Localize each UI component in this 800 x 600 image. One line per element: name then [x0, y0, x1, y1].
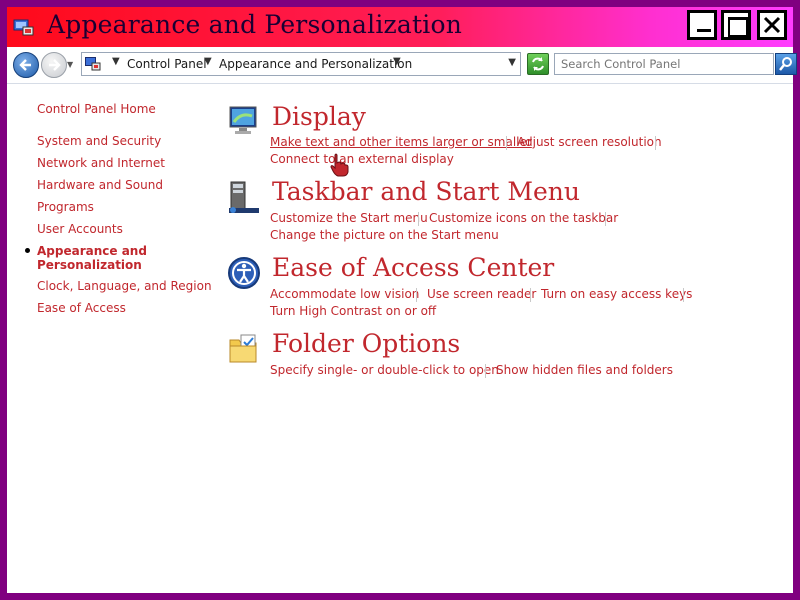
taskbar-icon: [229, 181, 259, 213]
forward-button[interactable]: [41, 52, 67, 78]
category-ease-of-access-title[interactable]: Ease of Access Center: [272, 253, 554, 282]
task-high-contrast[interactable]: Turn High Contrast on or off: [270, 304, 436, 318]
sidebar-item-hardware-sound[interactable]: Hardware and Sound: [37, 178, 163, 192]
task-separator: [605, 212, 606, 226]
task-separator: [418, 212, 419, 226]
address-box[interactable]: ▼ Control Panel ▼ Appearance and Persona…: [81, 52, 521, 76]
folder-icon: [229, 334, 257, 363]
category-taskbar-title[interactable]: Taskbar and Start Menu: [272, 177, 580, 206]
task-separator: [530, 288, 531, 302]
breadcrumb-arrow-icon[interactable]: ▼: [204, 56, 212, 67]
task-separator: [683, 288, 684, 302]
minimize-button[interactable]: [687, 10, 717, 40]
back-arrow-icon: [19, 59, 31, 71]
breadcrumb-control-panel[interactable]: Control Panel: [127, 57, 207, 71]
close-icon: [763, 16, 781, 34]
breadcrumb-appearance[interactable]: Appearance and Personalization: [219, 57, 412, 71]
search-box[interactable]: [554, 53, 774, 75]
ease-of-access-icon: [228, 257, 260, 289]
window-title: Appearance and Personalization: [47, 10, 463, 39]
task-screen-reader[interactable]: Use screen reader: [427, 287, 536, 301]
task-make-text-larger[interactable]: Make text and other items larger or smal…: [270, 135, 532, 149]
task-customize-start-menu[interactable]: Customize the Start menu: [270, 211, 428, 225]
address-toolbar: ▼ ▼ Control Panel ▼ Appearance and Perso…: [7, 47, 797, 84]
control-panel-icon: [85, 57, 101, 71]
recent-pages-dropdown-icon[interactable]: ▼: [67, 60, 73, 69]
sidebar-item-appearance-personalization[interactable]: Appearance and Personalization: [37, 244, 147, 272]
breadcrumb-arrow-icon[interactable]: ▼: [112, 56, 120, 67]
task-adjust-resolution[interactable]: Adjust screen resolution: [517, 135, 662, 149]
category-folder-options-title[interactable]: Folder Options: [272, 329, 460, 358]
sidebar-item-network-internet[interactable]: Network and Internet: [37, 156, 165, 170]
task-change-start-picture[interactable]: Change the picture on the Start menu: [270, 228, 499, 242]
refresh-button[interactable]: [527, 53, 549, 75]
control-panel-icon: [13, 19, 34, 36]
category-display-title[interactable]: Display: [272, 102, 366, 131]
address-history-dropdown-icon[interactable]: ▼: [508, 57, 516, 68]
search-icon: [779, 57, 792, 71]
task-separator: [416, 288, 417, 302]
maximize-button[interactable]: [721, 10, 751, 40]
sidebar-item-control-panel-home[interactable]: Control Panel Home: [37, 102, 156, 116]
search-input[interactable]: [561, 56, 766, 72]
task-easy-access-keys[interactable]: Turn on easy access keys: [541, 287, 692, 301]
hand-cursor-icon: [330, 153, 349, 177]
task-customize-taskbar-icons[interactable]: Customize icons on the taskbar: [429, 211, 618, 225]
task-connect-external-display[interactable]: Connect to an external display: [270, 152, 454, 166]
control-panel-window: Appearance and Personalization ▼ ▼ Contr…: [0, 0, 800, 600]
sidebar-item-clock-language-region[interactable]: Clock, Language, and Region: [37, 279, 212, 293]
current-page-bullet: [25, 248, 30, 253]
task-separator: [506, 136, 507, 150]
close-button[interactable]: [757, 10, 787, 40]
monitor-icon: [229, 106, 257, 134]
refresh-icon: [532, 57, 544, 71]
task-single-double-click[interactable]: Specify single- or double-click to open: [270, 363, 499, 377]
forward-arrow-icon: [49, 59, 61, 71]
sidebar-item-system-security[interactable]: System and Security: [37, 134, 161, 148]
sidebar-item-programs[interactable]: Programs: [37, 200, 94, 214]
task-separator: [485, 364, 486, 378]
task-low-vision[interactable]: Accommodate low vision: [270, 287, 419, 301]
back-button[interactable]: [13, 52, 39, 78]
title-bar[interactable]: Appearance and Personalization: [7, 7, 793, 47]
task-show-hidden-files[interactable]: Show hidden files and folders: [496, 363, 673, 377]
sidebar-item-user-accounts[interactable]: User Accounts: [37, 222, 123, 236]
task-separator: [655, 136, 656, 150]
search-button[interactable]: [775, 53, 797, 75]
sidebar-item-ease-of-access[interactable]: Ease of Access: [37, 301, 126, 315]
breadcrumb-arrow-icon[interactable]: ▼: [393, 56, 401, 67]
